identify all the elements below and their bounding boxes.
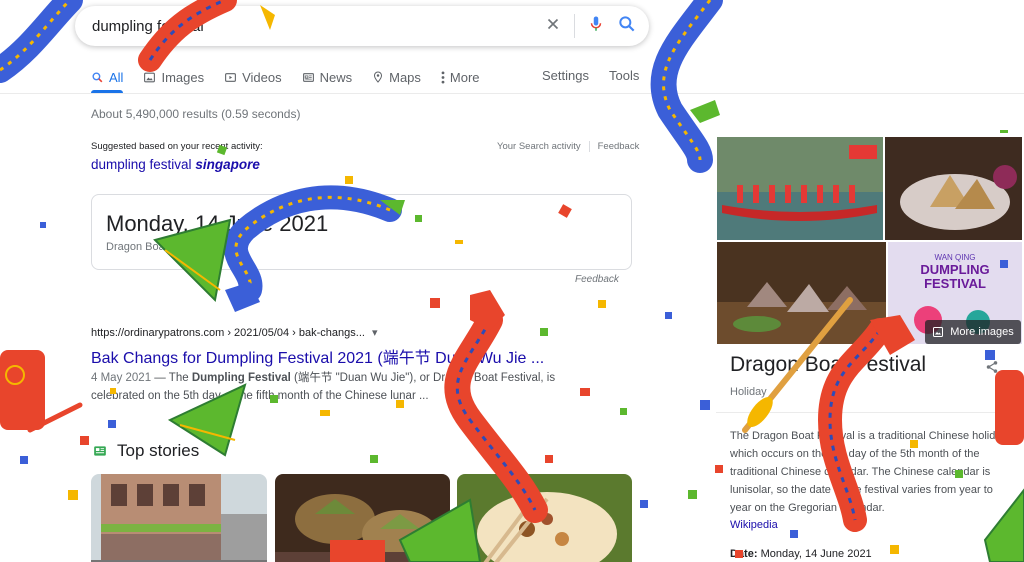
newspaper-icon: [94, 446, 106, 456]
search-tabs: All Images Videos News Maps More: [91, 68, 500, 86]
story-image-dumplings: [275, 474, 450, 562]
tab-maps-label: Maps: [389, 69, 421, 85]
kp-date-label: Date:: [730, 548, 758, 560]
svg-text:WAN QING: WAN QING: [934, 253, 975, 262]
svg-text:FESTIVAL: FESTIVAL: [924, 276, 986, 291]
tab-images-label: Images: [161, 69, 205, 85]
more-images-label: More images: [950, 326, 1014, 338]
videos-tab-icon: [225, 72, 237, 82]
kp-image-dragon-boat[interactable]: [717, 137, 883, 240]
search-bar-divider: [574, 14, 575, 38]
header-divider: [0, 93, 1024, 94]
answer-date: Monday, 14 June 2021: [106, 211, 329, 236]
suggestion-prefix: dumpling festival: [91, 157, 192, 172]
maps-tab-icon: [374, 71, 383, 83]
tab-videos[interactable]: Videos: [224, 68, 282, 86]
snippet-bold: Dumpling Festival: [191, 372, 291, 384]
snippet-part-1: — The: [151, 372, 192, 384]
search-bar[interactable]: [75, 6, 649, 46]
tab-news[interactable]: News: [302, 68, 353, 86]
result-stats: About 5,490,000 results (0.59 seconds): [91, 107, 301, 121]
top-stories-label: Top stories: [117, 441, 200, 460]
story-card-1[interactable]: [91, 474, 267, 562]
search-activity-link[interactable]: Your Search activity: [497, 141, 581, 152]
answer-caption: Dragon Boat Festival: [106, 241, 209, 253]
tab-maps[interactable]: Maps: [372, 68, 421, 86]
suggestion-link[interactable]: dumpling festival singapore: [91, 157, 260, 172]
suggestion-bold: singapore: [195, 157, 260, 172]
tab-news-label: News: [319, 69, 353, 85]
tab-videos-label: Videos: [242, 69, 282, 85]
activity-links: Your Search activity Feedback: [497, 141, 639, 152]
chevron-down-icon[interactable]: ▾: [372, 327, 378, 339]
dragon-decoration-icon: [650, 0, 723, 173]
result-url-text: https://ordinarypatrons.com › 2021/05/04…: [91, 327, 365, 339]
settings-link[interactable]: Settings: [542, 68, 589, 83]
tools-link[interactable]: Tools: [609, 68, 639, 83]
more-dots-icon: [441, 70, 445, 84]
kp-date-value: Monday, 14 June 2021: [757, 548, 872, 560]
activity-divider: [588, 141, 590, 152]
news-tab-icon: [302, 72, 314, 82]
kp-wikipedia-link[interactable]: Wikipedia: [730, 519, 778, 531]
more-images-button[interactable]: More images: [925, 320, 1021, 344]
tab-more[interactable]: More: [441, 68, 480, 86]
images-tab-icon: [144, 72, 156, 82]
suggestion-label: Suggested based on your recent activity:: [91, 141, 263, 152]
search-tools: Settings Tools: [542, 68, 639, 83]
kp-image-zongzi-plate[interactable]: [885, 137, 1022, 240]
search-input[interactable]: [92, 17, 544, 35]
result-snippet: 4 May 2021 — The Dumpling Festival (端午节 …: [91, 369, 566, 405]
card-feedback-link[interactable]: Feedback: [575, 274, 619, 285]
search-small-icon: [92, 71, 103, 82]
tab-more-label: More: [449, 69, 480, 85]
result-url[interactable]: https://ordinarypatrons.com › 2021/05/04…: [91, 326, 378, 339]
clear-icon[interactable]: [544, 15, 562, 38]
svg-text:DUMPLING: DUMPLING: [920, 262, 989, 277]
story-image-building: [91, 474, 267, 562]
top-stories-heading: Top stories: [93, 441, 199, 461]
result-date: 4 May 2021: [91, 372, 152, 384]
share-icon[interactable]: [985, 360, 999, 379]
kp-title: Dragon Boat Festival: [730, 353, 927, 376]
kp-divider: [716, 412, 1024, 413]
kp-image-dumpling-feast[interactable]: [717, 242, 886, 344]
story-image-sticky-rice: [457, 474, 632, 562]
tab-all-label: All: [109, 69, 124, 85]
story-card-2[interactable]: [275, 474, 450, 562]
kp-description: The Dragon Boat Festival is a traditiona…: [730, 430, 1007, 514]
story-card-3[interactable]: [457, 474, 632, 562]
kp-date-row: Date: Monday, 14 June 2021: [730, 548, 872, 560]
dragon-decoration-icon: [0, 0, 83, 83]
suggestion-feedback-link[interactable]: Feedback: [598, 141, 640, 152]
date-answer-card: Monday, 14 June 2021 Dragon Boat Festiva…: [91, 194, 632, 270]
image-icon: [933, 327, 944, 337]
search-icon[interactable]: [617, 14, 637, 39]
tab-all[interactable]: All: [91, 68, 123, 86]
tab-images[interactable]: Images: [143, 68, 204, 86]
mic-icon[interactable]: [587, 14, 605, 39]
result-title-link[interactable]: Bak Changs for Dumpling Festival 2021 (端…: [91, 344, 544, 368]
kp-subtitle: Holiday: [730, 386, 767, 398]
